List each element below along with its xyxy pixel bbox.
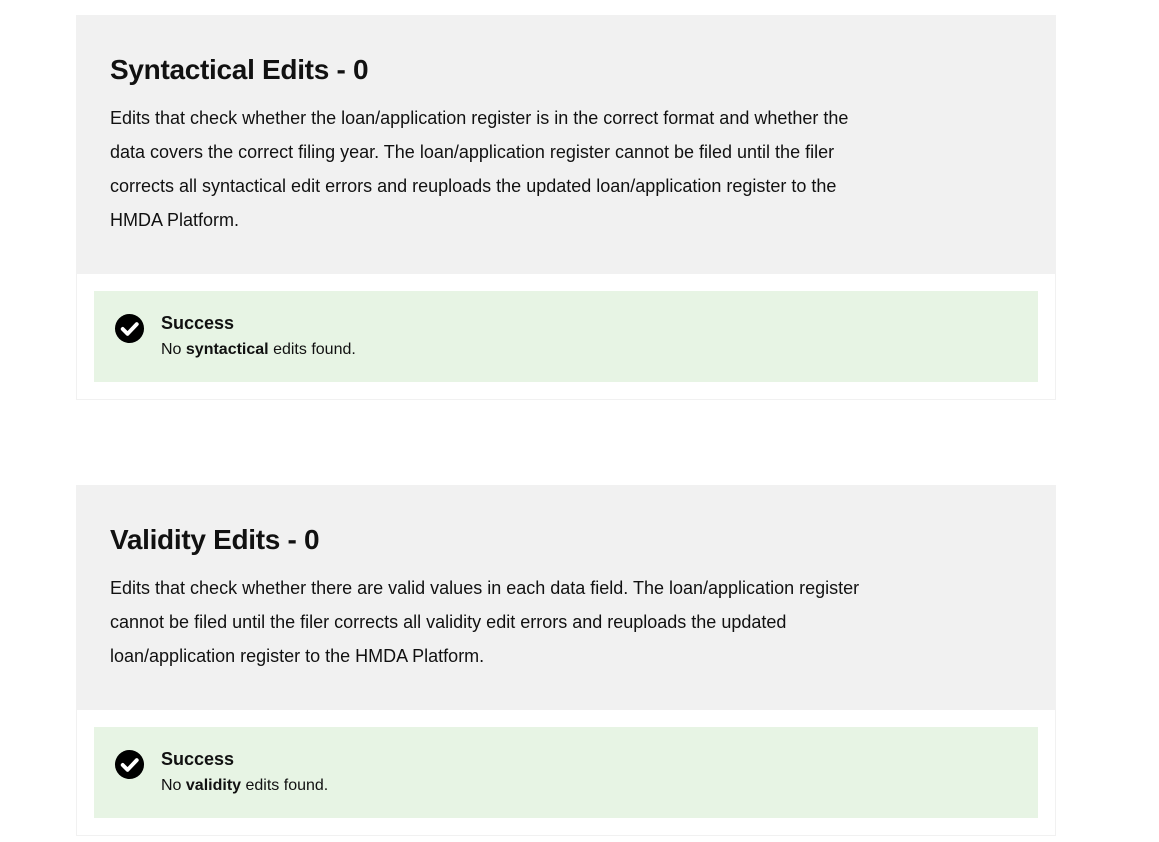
alert-body: Success No validity edits found. <box>161 747 328 797</box>
alert-text-prefix: No <box>161 341 182 358</box>
alert-text-suffix: edits found. <box>245 777 329 794</box>
alert-heading: Success <box>161 313 235 333</box>
syntactical-edits-section: Syntactical Edits - 0 Edits that check w… <box>76 15 1056 400</box>
alert-text-suffix: edits found. <box>273 341 356 358</box>
alert-text-emphasis: validity <box>185 777 242 794</box>
success-alert: Success No validity edits found. <box>94 727 1038 818</box>
success-alert: Success No syntactical edits found. <box>94 291 1038 382</box>
validity-edits-section: Validity Edits - 0 Edits that check whet… <box>76 485 1056 836</box>
alert-text-emphasis: syntactical <box>185 341 269 358</box>
check-circle-icon <box>114 313 145 344</box>
alert-text-prefix: No <box>161 777 182 794</box>
alert-text: No syntactical edits found. <box>161 339 356 361</box>
syntactical-edits-header: Syntactical Edits - 0 Edits that check w… <box>77 16 1055 274</box>
validity-edits-header: Validity Edits - 0 Edits that check whet… <box>77 486 1055 710</box>
alert-heading: Success <box>161 749 235 769</box>
section-description: Edits that check whether the loan/applic… <box>110 108 849 230</box>
alert-text: No validity edits found. <box>161 775 328 797</box>
section-title: Syntactical Edits - 0 <box>110 54 369 85</box>
alert-body: Success No syntactical edits found. <box>161 311 356 361</box>
section-description: Edits that check whether there are valid… <box>110 578 860 666</box>
check-circle-icon <box>114 749 145 780</box>
section-title: Validity Edits - 0 <box>110 524 320 555</box>
